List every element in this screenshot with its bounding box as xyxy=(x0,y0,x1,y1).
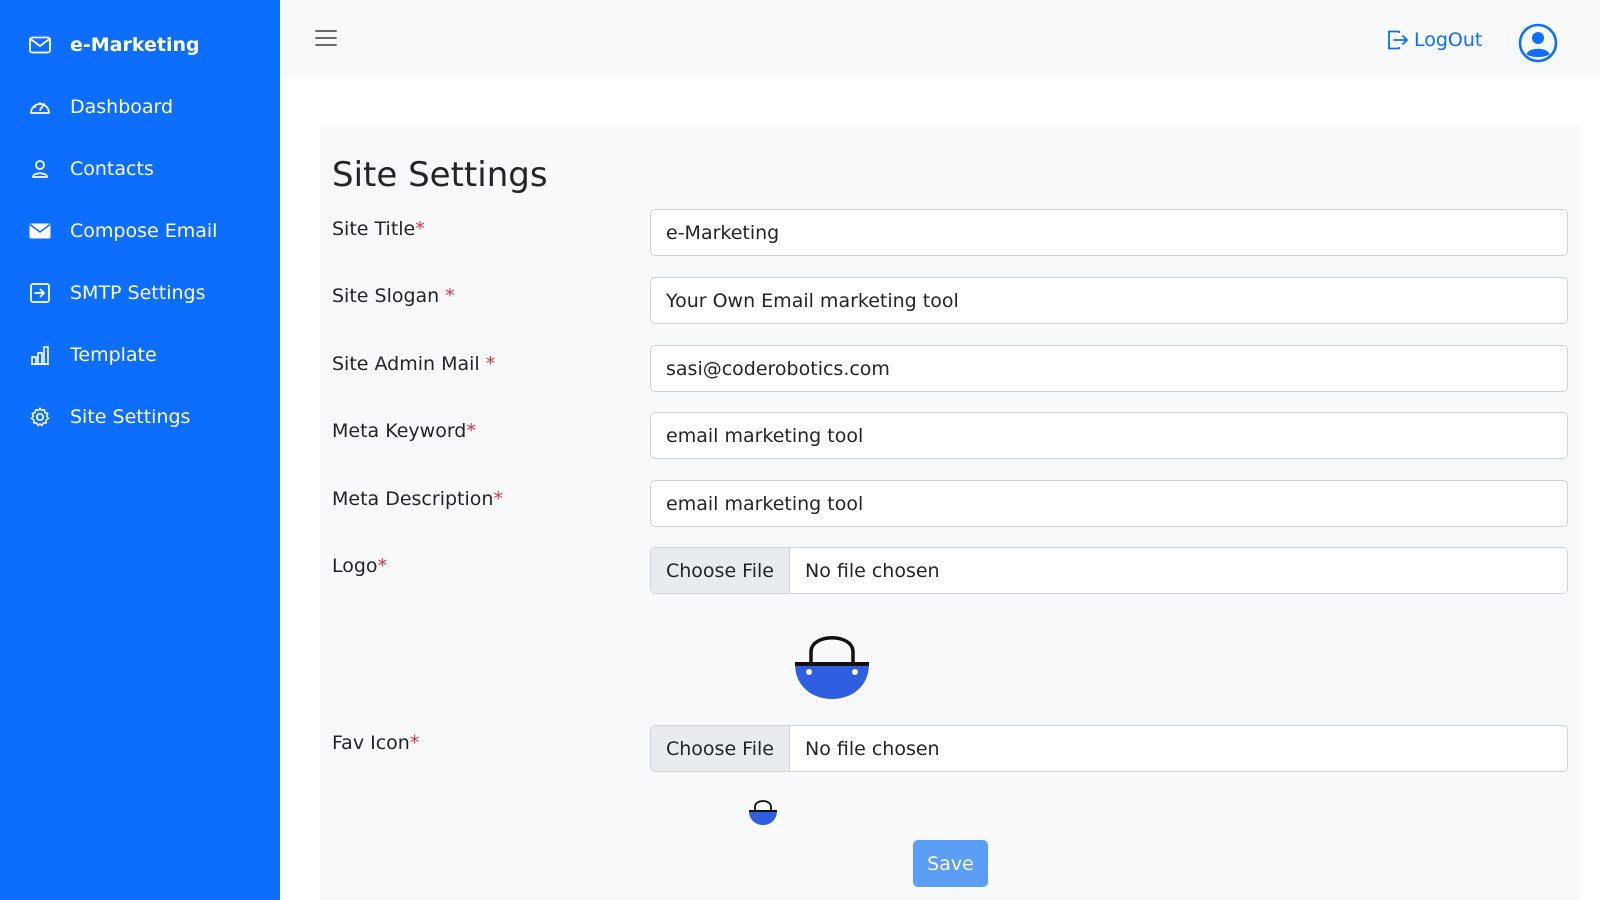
sidebar-item-label: Dashboard xyxy=(70,96,174,118)
required-mark: * xyxy=(493,488,503,510)
topbar: LogOut xyxy=(280,0,1600,78)
required-mark: * xyxy=(409,732,420,754)
site-title-input[interactable] xyxy=(650,209,1568,256)
logout-label: LogOut xyxy=(1414,29,1483,51)
favicon-preview-image xyxy=(748,797,778,827)
sidebar-item-smtp-settings[interactable]: SMTP Settings xyxy=(0,269,280,317)
file-status: No file chosen xyxy=(804,559,940,582)
sidebar-item-label: Contacts xyxy=(70,158,154,180)
choose-file-button[interactable]: Choose File xyxy=(651,548,790,593)
gear-icon xyxy=(27,404,53,430)
sidebar-brand[interactable]: e-Marketing xyxy=(0,21,280,69)
hamburger-icon[interactable] xyxy=(314,27,338,49)
required-mark: * xyxy=(445,285,455,307)
logout-link[interactable]: LogOut xyxy=(1386,24,1482,56)
choose-file-button[interactable]: Choose File xyxy=(651,726,790,771)
sidebar-item-dashboard[interactable]: Dashboard xyxy=(0,83,280,131)
required-mark: * xyxy=(377,555,388,577)
meta-description-input[interactable] xyxy=(650,480,1568,527)
sidebar-item-site-settings[interactable]: Site Settings xyxy=(0,393,280,441)
logo-file-input[interactable]: Choose File No file chosen xyxy=(650,547,1568,594)
sidebar-brand-label: e-Marketing xyxy=(70,34,200,56)
person-icon xyxy=(27,156,53,182)
save-button[interactable]: Save xyxy=(913,840,988,887)
favicon-label: Fav Icon* xyxy=(332,732,420,754)
sidebar-item-contacts[interactable]: Contacts xyxy=(0,145,280,193)
file-status: No file chosen xyxy=(804,737,940,760)
sidebar-item-label: Compose Email xyxy=(70,220,218,242)
sidebar-item-label: Site Settings xyxy=(70,406,191,428)
settings-card: Site Settings Site Title* Site Slogan * … xyxy=(320,125,1580,900)
favicon-file-input[interactable]: Choose File No file chosen xyxy=(650,725,1568,772)
site-admin-mail-input[interactable] xyxy=(650,345,1568,392)
box-arrow-in-right-icon xyxy=(27,280,53,306)
site-slogan-label: Site Slogan * xyxy=(332,285,455,307)
envelope-icon xyxy=(27,32,53,58)
envelope-filled-icon xyxy=(27,218,53,244)
sidebar-item-compose-email[interactable]: Compose Email xyxy=(0,207,280,255)
sidebar: e-Marketing Dashboard Contacts Compose E… xyxy=(0,0,280,900)
required-mark: * xyxy=(485,353,496,375)
sidebar-item-label: Template xyxy=(70,344,157,366)
speedometer-icon xyxy=(27,94,53,120)
site-admin-mail-label: Site Admin Mail * xyxy=(332,353,496,375)
site-slogan-input[interactable] xyxy=(650,277,1568,324)
sidebar-item-label: SMTP Settings xyxy=(70,282,206,304)
required-mark: * xyxy=(415,218,425,240)
building-chart-icon xyxy=(27,342,53,368)
site-title-label: Site Title* xyxy=(332,218,425,240)
required-mark: * xyxy=(466,420,476,442)
meta-description-label: Meta Description* xyxy=(332,488,503,510)
sidebar-item-template[interactable]: Template xyxy=(0,331,280,379)
logo-preview-image xyxy=(794,629,870,701)
meta-keyword-label: Meta Keyword* xyxy=(332,420,476,442)
page-title: Site Settings xyxy=(332,155,548,195)
meta-keyword-input[interactable] xyxy=(650,412,1568,459)
user-circle-icon[interactable] xyxy=(1518,23,1558,63)
logout-icon xyxy=(1386,28,1410,52)
logo-label: Logo* xyxy=(332,555,388,577)
